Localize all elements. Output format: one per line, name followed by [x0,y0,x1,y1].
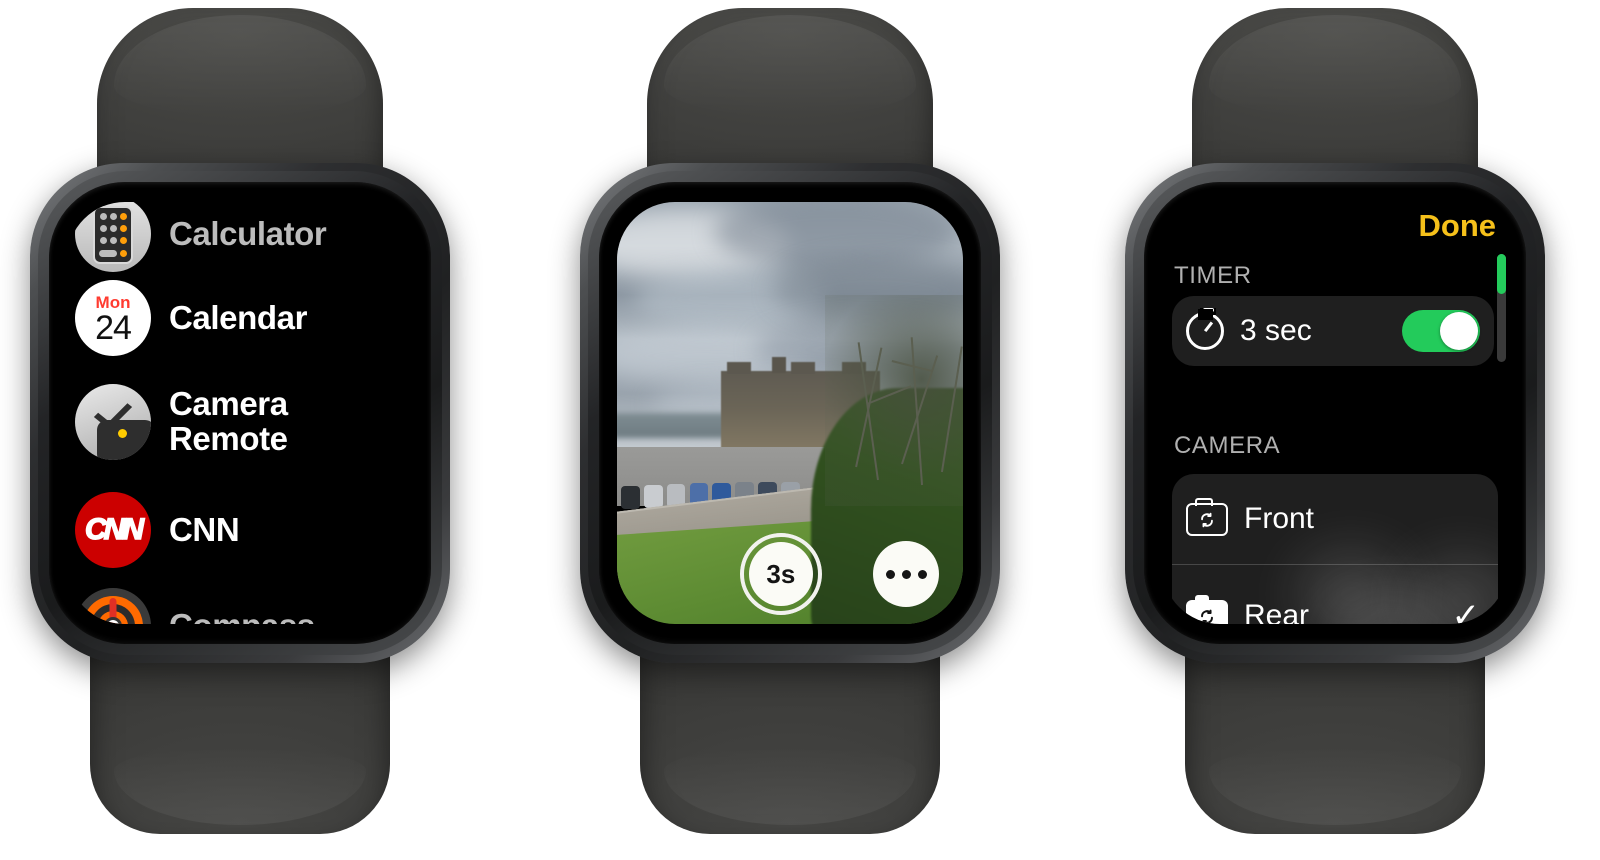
cnn-wordmark: CNN [84,512,145,547]
camera-option-front[interactable]: Front [1172,474,1498,564]
watch-glass: 3s [599,182,981,644]
shutter-timer-label: 3s [748,542,813,606]
shutter-button-icon[interactable]: 3s [739,533,822,615]
watch-screen: Calculator Mon 24 Calendar Camera Remote… [67,202,413,624]
camera-flip-outline-icon [1186,497,1228,536]
watch-screen: Done TIMER 3 sec CAMERA Front Rear ✓ [1162,202,1508,624]
scroll-indicator[interactable] [1497,254,1506,362]
ellipsis-icon[interactable] [873,541,939,607]
list-item-label: Camera Remote [169,385,288,457]
camera-option-rear-label: Rear [1244,599,1310,624]
checkmark-icon: ✓ [1451,597,1481,624]
list-item-label: Calendar [169,298,308,336]
list-item-label: CNN [169,510,240,548]
list-item-label: Calculator [169,214,327,252]
list-item[interactable]: Compass [75,588,405,624]
list-item[interactable]: Camera Remote [75,384,405,460]
watch-case: 3s [580,163,1000,663]
timer-icon [1186,308,1224,350]
timer-toggle[interactable] [1402,310,1480,352]
watch-glass: Done TIMER 3 sec CAMERA Front Rear ✓ [1144,182,1526,644]
list-item[interactable]: Calculator [75,202,405,272]
section-header-camera: CAMERA [1174,432,1281,459]
list-item[interactable]: Mon 24 Calendar [75,280,405,356]
watch-case: Done TIMER 3 sec CAMERA Front Rear ✓ [1125,163,1545,663]
section-header-timer: TIMER [1174,262,1252,289]
list-item-label: Compass [169,608,315,624]
app-list[interactable]: Calculator Mon 24 Calendar Camera Remote… [67,202,413,624]
compass-icon [75,588,151,624]
watch-case: Calculator Mon 24 Calendar Camera Remote… [30,163,450,663]
calendar-icon: Mon 24 [75,280,151,356]
camera-preview-image: 3s [617,202,963,624]
apple-watch-camera-settings: Done TIMER 3 sec CAMERA Front Rear ✓ [1100,0,1570,860]
done-button[interactable]: Done [1419,208,1497,244]
camera-remote-icon [75,384,151,460]
camera-selection-card: Front Rear ✓ [1172,474,1498,624]
camera-settings-panel: Done TIMER 3 sec CAMERA Front Rear ✓ [1162,202,1508,624]
apple-watch-camera-viewfinder: 3s [555,0,1025,860]
timer-row-label: 3 sec [1240,314,1312,347]
cnn-icon: CNN [75,492,151,568]
calendar-day-of-week: Mon [95,292,131,312]
timer-row[interactable]: 3 sec [1172,296,1494,366]
screenshot-stage: Calculator Mon 24 Calendar Camera Remote… [0,0,1600,860]
watch-screen: 3s [617,202,963,624]
watch-glass: Calculator Mon 24 Calendar Camera Remote… [49,182,431,644]
camera-option-rear[interactable]: Rear ✓ [1172,565,1498,624]
calendar-day-number: 24 [95,308,132,347]
apple-watch-app-list: Calculator Mon 24 Calendar Camera Remote… [5,0,475,860]
camera-option-front-label: Front [1244,502,1315,535]
scroll-thumb [1497,254,1506,294]
calculator-icon [75,202,151,272]
camera-flip-filled-icon [1186,594,1228,624]
list-item[interactable]: CNN CNN [75,492,405,568]
